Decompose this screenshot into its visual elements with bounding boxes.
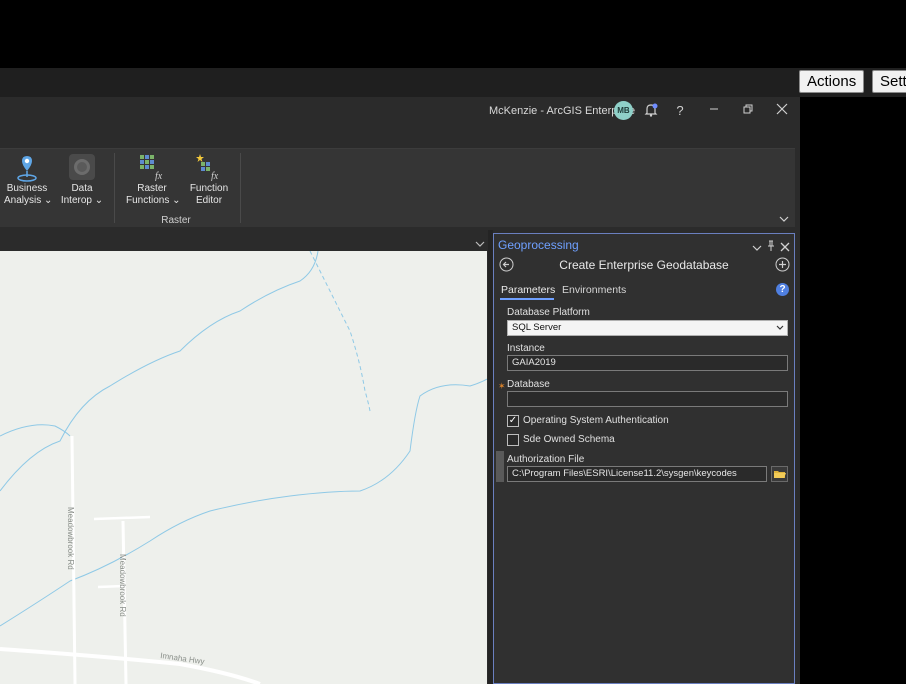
title-bar: McKenzie - ArcGIS Enterprise MB ? [0,97,800,125]
parameter-highlight-bar [496,451,504,482]
ribbon-collapse-icon[interactable] [779,211,789,222]
help-icon[interactable]: ? [776,283,789,296]
raster-functions-button[interactable]: Raster Functions ⌄ [126,183,181,207]
os-auth-label: Operating System Authentication [523,415,669,426]
close-window-icon[interactable] [771,101,793,121]
ribbon-separator [114,153,115,223]
help-icon[interactable]: ? [669,101,691,121]
map-view[interactable]: Meadowbrook Rd Meadowbrook Rd Imnaha Hwy [0,251,487,684]
data-interop-icon[interactable] [69,154,95,180]
avatar[interactable]: MB [614,101,633,120]
road-label: Meadowbrook Rd [66,507,75,570]
svg-text:fx: fx [155,171,163,181]
notifications-icon[interactable] [643,102,659,118]
settings-button[interactable]: Sett [872,70,906,93]
actions-button[interactable]: Actions [799,70,864,93]
sde-schema-checkbox[interactable] [507,434,519,446]
business-analysis-button[interactable]: Business Analysis ⌄ [4,183,52,207]
business-analysis-icon[interactable] [12,153,42,183]
instance-label: Instance [507,343,545,354]
tool-title: Create Enterprise Geodatabase [559,258,729,272]
road-label: Meadowbrook Rd [118,554,127,617]
database-label: Database [507,379,550,390]
instance-input[interactable]: GAIA2019 [507,355,788,371]
browser-action-bar: Actions Sett [0,68,906,97]
chevron-down-icon [776,325,784,330]
add-icon[interactable] [775,257,790,272]
platform-label: Database Platform [507,307,590,318]
restore-icon[interactable] [737,101,759,121]
ribbon: Business Analysis ⌄ Data Interop ⌄ fx Ra… [0,148,795,227]
data-interop-button[interactable]: Data Interop ⌄ [58,183,106,207]
back-icon[interactable] [499,257,514,272]
pane-title: Geoprocessing [498,238,579,252]
tab-environments[interactable]: Environments [562,284,626,296]
platform-select[interactable]: SQL Server [507,320,788,336]
sde-schema-label: Sde Owned Schema [523,434,615,445]
geoprocessing-pane: Geoprocessing Create Enterprise Geodatab… [493,233,795,684]
tab-parameters[interactable]: Parameters [501,284,555,296]
raster-functions-icon[interactable]: fx [138,153,166,182]
pane-splitter[interactable] [488,230,493,684]
pane-options-icon[interactable] [752,240,762,251]
database-input[interactable] [507,391,788,407]
arcgis-pro-window: McKenzie - ArcGIS Enterprise MB ? Busine… [0,97,800,684]
map-tabs-dropdown-icon[interactable] [475,236,485,247]
close-pane-icon[interactable] [780,239,790,252]
active-tab-indicator [500,298,554,300]
os-auth-checkbox[interactable]: ✓ [507,415,519,427]
browse-folder-icon[interactable] [771,466,788,482]
function-editor-button[interactable]: Function Editor [186,183,232,207]
auth-file-label: Authorization File [507,454,585,465]
ribbon-separator [240,153,241,223]
svg-text:fx: fx [211,171,219,181]
pin-icon[interactable] [766,239,776,251]
function-editor-icon[interactable]: fx [195,153,223,182]
map-view-bar [0,230,488,250]
required-marker: ✶ [498,381,506,391]
minimize-icon[interactable] [703,101,725,121]
ribbon-tab-strip [0,125,800,148]
auth-file-input[interactable]: C:\Program Files\ESRI\License11.2\sysgen… [507,466,767,482]
ribbon-group-label: Raster [161,215,191,226]
